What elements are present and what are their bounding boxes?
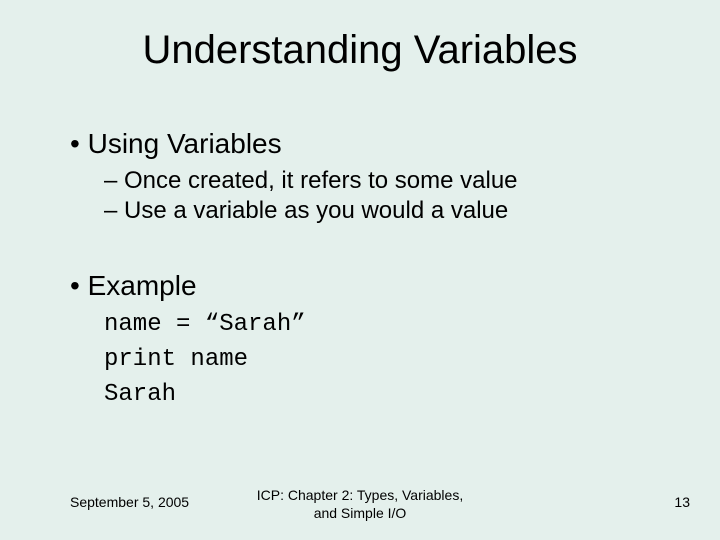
bullet-example: Example: [70, 270, 660, 302]
slide-title: Understanding Variables: [0, 28, 720, 73]
code-line: print name: [104, 343, 660, 378]
code-line: Sarah: [104, 378, 660, 413]
sub-bullets-using: Once created, it refers to some value Us…: [104, 166, 660, 226]
footer-center-line2: and Simple I/O: [314, 505, 407, 521]
sub-bullet: Once created, it refers to some value: [104, 166, 660, 196]
code-block: name = “Sarah” print name Sarah: [104, 308, 660, 412]
footer-center: ICP: Chapter 2: Types, Variables, and Si…: [0, 487, 720, 522]
code-line: name = “Sarah”: [104, 308, 660, 343]
footer-center-line1: ICP: Chapter 2: Types, Variables,: [257, 487, 463, 503]
footer-page-number: 13: [674, 494, 690, 510]
slide: Understanding Variables Using Variables …: [0, 0, 720, 540]
sub-bullet: Use a variable as you would a value: [104, 196, 660, 226]
slide-body: Using Variables Once created, it refers …: [70, 128, 660, 412]
bullet-using-variables: Using Variables: [70, 128, 660, 160]
